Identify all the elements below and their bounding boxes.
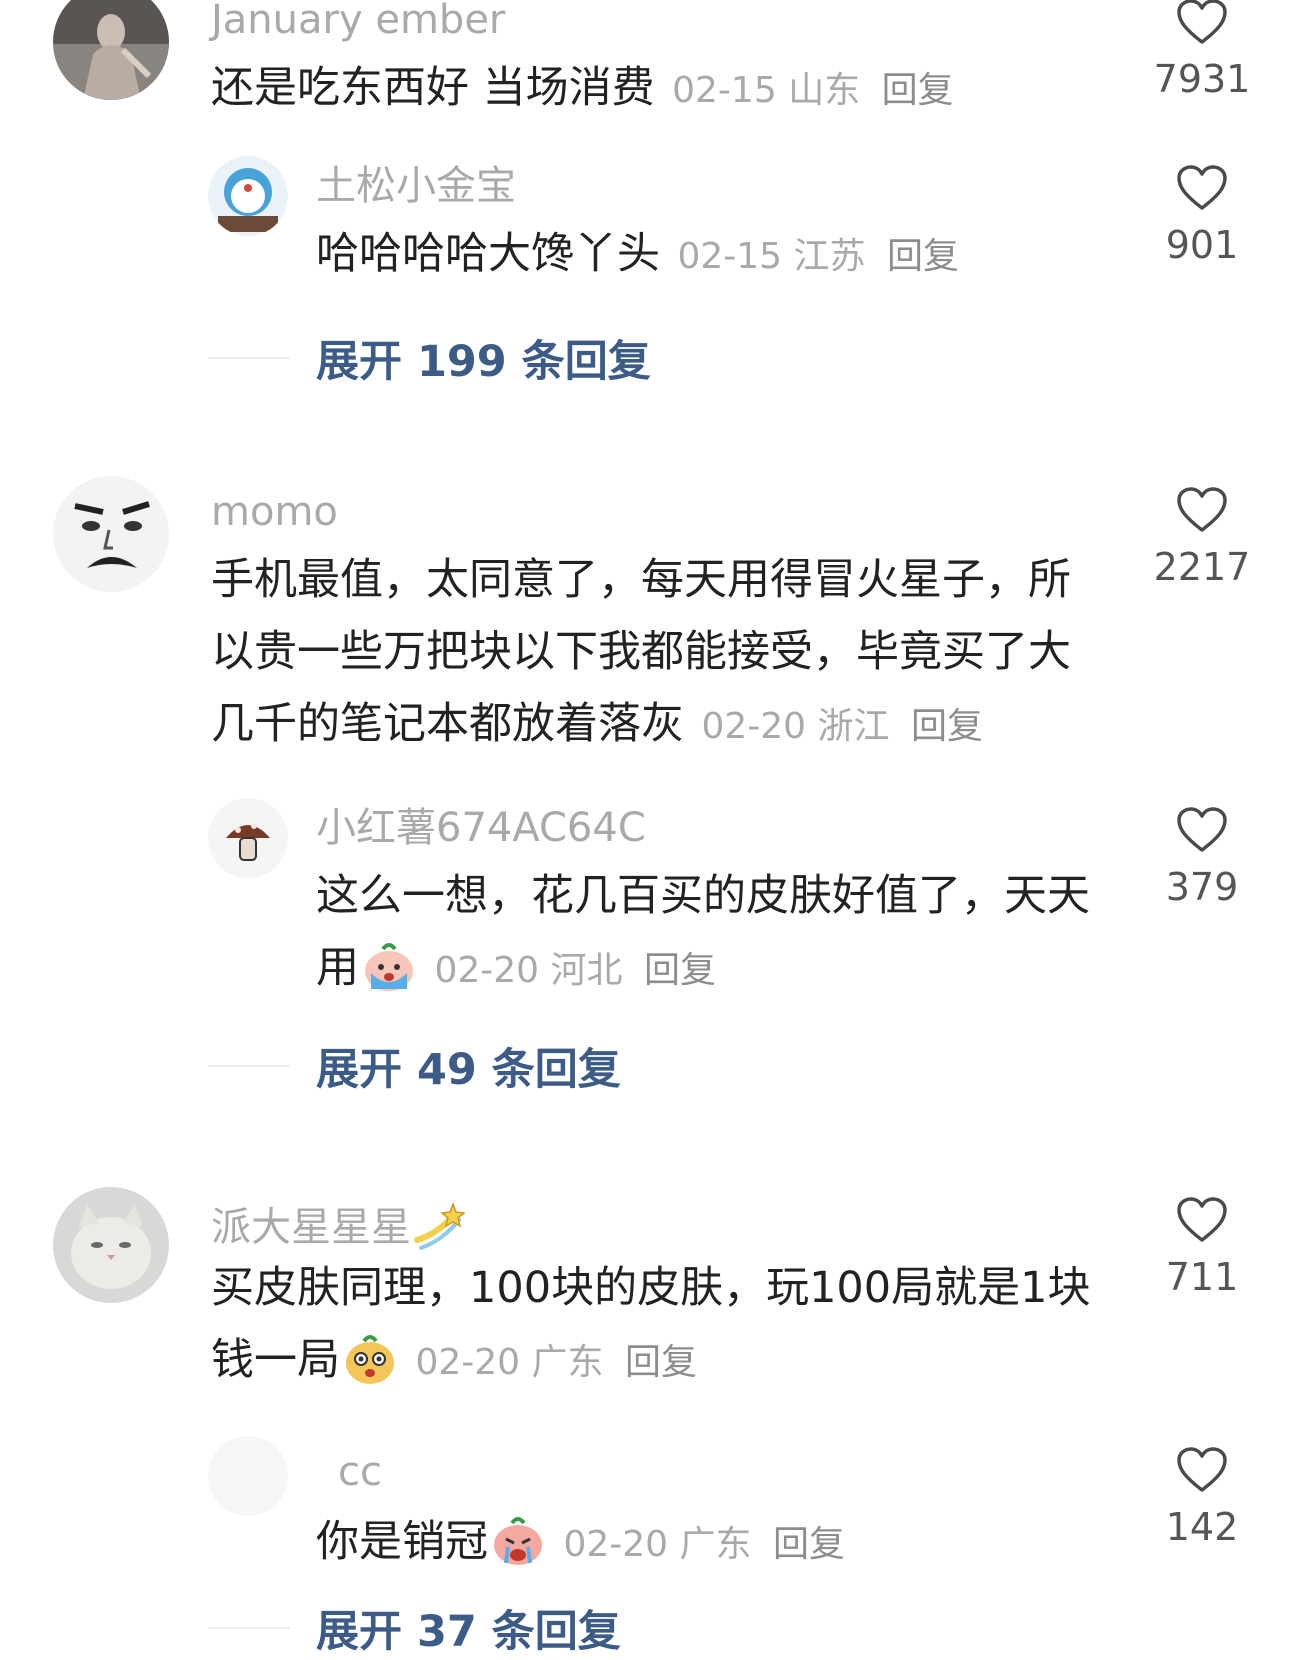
reply-location: 江苏 — [793, 236, 866, 277]
comment-username[interactable]: January ember — [211, 0, 505, 40]
heart-icon — [1177, 487, 1227, 532]
like-button[interactable]: 711 — [1150, 1196, 1254, 1296]
comment-body: 还是吃东西好 当场消费 — [211, 63, 655, 113]
like-button[interactable]: 379 — [1150, 806, 1254, 906]
reply-button[interactable]: 回复 — [887, 236, 959, 277]
expand-replies-label: 展开 199 条回复 — [316, 337, 651, 387]
divider-line — [208, 1627, 290, 1629]
expand-replies-label: 展开 49 条回复 — [316, 1045, 621, 1095]
avatar[interactable] — [208, 1436, 288, 1516]
reply-text: 你是销冠 02-20 广东 回复 — [316, 1506, 1116, 1581]
like-count: 901 — [1165, 223, 1239, 267]
reply-username[interactable]: 土松小金宝 — [316, 166, 516, 206]
shooting-star-icon — [413, 1200, 466, 1259]
like-count: 142 — [1165, 1505, 1239, 1549]
reply-location: 广东 — [679, 1524, 752, 1565]
reply-meta: 02-20 河北 回复 — [423, 950, 716, 991]
reply-location: 河北 — [550, 950, 623, 991]
reply-date: 02-15 — [677, 236, 783, 277]
avatar[interactable] — [208, 798, 288, 878]
divider-line — [208, 1065, 290, 1067]
reply-username[interactable]: 小红薯674AC64C — [316, 808, 646, 848]
comment-text: 还是吃东西好 当场消费 02-15 山东 回复 — [211, 52, 1111, 127]
reply-date: 02-20 — [434, 950, 540, 991]
reply-body: 哈哈哈哈大馋丫头 — [316, 229, 660, 279]
comment-location: 浙江 — [817, 706, 890, 747]
reply-button[interactable]: 回复 — [625, 1342, 697, 1383]
avatar[interactable] — [53, 0, 169, 100]
comment-date: 02-15 — [672, 70, 777, 111]
avatar[interactable] — [53, 1187, 169, 1303]
heart-icon — [1177, 1197, 1227, 1242]
reply-meta: 02-15 江苏 回复 — [666, 236, 959, 277]
reply-button[interactable]: 回复 — [644, 950, 716, 991]
expand-replies-button[interactable]: 展开 49 条回复 — [208, 1036, 621, 1096]
expand-replies-button[interactable]: 展开 37 条回复 — [208, 1598, 621, 1658]
comment-text: 手机最值，太同意了，每天用得冒火星子，所以贵一些万把块以下我都能接受，毕竟买了大… — [211, 544, 1111, 763]
like-count: 711 — [1165, 1255, 1239, 1299]
heart-icon — [1177, 0, 1227, 44]
crying-emoji-icon — [361, 939, 417, 995]
expand-replies-button[interactable]: 展开 199 条回复 — [208, 328, 651, 388]
avatar[interactable] — [208, 156, 288, 236]
divider-line — [208, 357, 290, 359]
reply-text: 这么一想，花几百买的皮肤好值了，天天用 02-20 河北 回复 — [316, 860, 1096, 1007]
like-button[interactable]: 142 — [1150, 1446, 1254, 1546]
comment-meta: 02-20 广东 回复 — [404, 1342, 697, 1383]
comment-location: 山东 — [788, 70, 861, 111]
crying-emoji-icon — [490, 1513, 546, 1569]
like-button[interactable]: 2217 — [1150, 486, 1254, 586]
like-count: 7931 — [1153, 57, 1251, 101]
heart-icon — [1177, 165, 1227, 210]
like-button[interactable]: 901 — [1150, 164, 1254, 264]
like-button[interactable]: 7931 — [1150, 0, 1254, 98]
reply-button[interactable]: 回复 — [882, 70, 954, 111]
reply-body: 你是销冠 — [316, 1517, 488, 1567]
reply-username[interactable]: cc — [338, 1452, 382, 1492]
comment-text: 买皮肤同理，100块的皮肤，玩100局就是1块钱一局 02-20 广东 回复 — [211, 1252, 1091, 1399]
comment-location: 广东 — [531, 1342, 604, 1383]
comment-meta: 02-20 浙江 回复 — [690, 706, 983, 747]
comment-username[interactable]: 派大星星星 — [211, 1200, 466, 1259]
comment-date: 02-20 — [415, 1342, 521, 1383]
reply-button[interactable]: 回复 — [911, 706, 983, 747]
comment-username[interactable]: momo — [211, 492, 338, 532]
heart-icon — [1177, 807, 1227, 852]
expand-replies-label: 展开 37 条回复 — [316, 1607, 621, 1657]
reply-meta: 02-20 广东 回复 — [552, 1524, 845, 1565]
comment-date: 02-20 — [701, 706, 807, 747]
comment-username-text: 派大星星星 — [211, 1204, 411, 1251]
avatar[interactable] — [53, 476, 169, 592]
like-count: 379 — [1165, 865, 1239, 909]
heart-icon — [1177, 1447, 1227, 1492]
like-count: 2217 — [1153, 545, 1251, 589]
shocked-emoji-icon — [342, 1331, 398, 1387]
reply-text: 哈哈哈哈大馋丫头 02-15 江苏 回复 — [316, 218, 1116, 293]
reply-button[interactable]: 回复 — [773, 1524, 845, 1565]
comment-meta: 02-15 山东 回复 — [661, 70, 954, 111]
reply-date: 02-20 — [563, 1524, 669, 1565]
